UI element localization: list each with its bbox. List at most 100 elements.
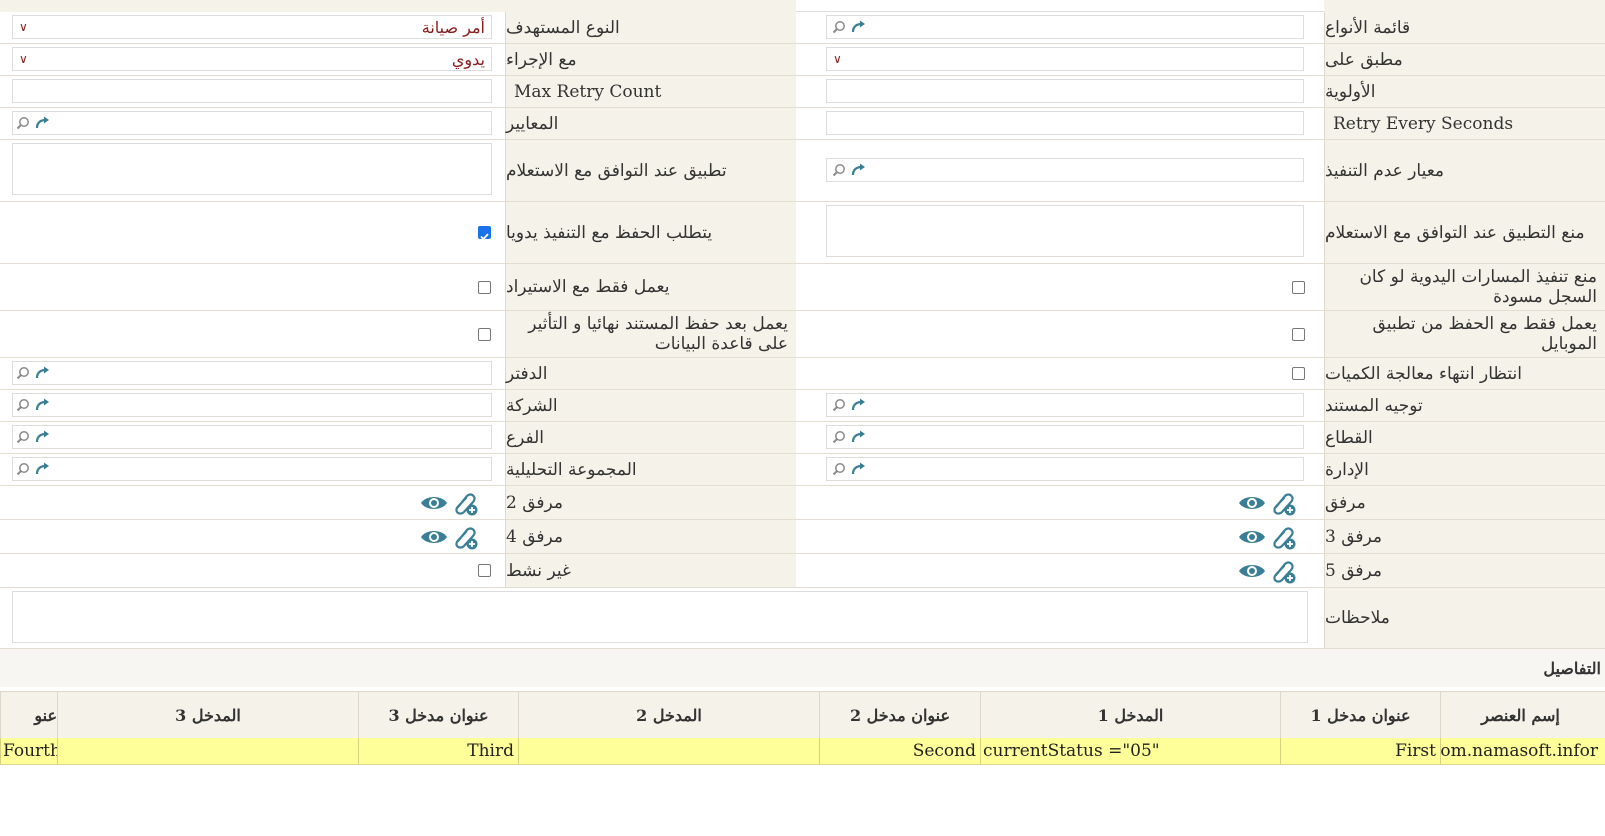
lookup-icons — [16, 115, 50, 131]
search-icon[interactable] — [16, 398, 30, 412]
department-input[interactable] — [826, 457, 1304, 481]
table-cell[interactable]: First — [1280, 738, 1440, 764]
attachment-4-cell — [0, 520, 505, 553]
field-label: مرفق 2 — [505, 486, 796, 519]
refresh-icon[interactable] — [34, 429, 50, 445]
paperclip-add-icon[interactable] — [452, 490, 478, 516]
details-grid-header: إسم العنصر عنوان مدخل 1 المدخل 1 عنوان م… — [0, 691, 1605, 739]
criteria-input[interactable] — [12, 111, 492, 135]
import-only-cell — [0, 264, 505, 310]
sector-input[interactable] — [826, 425, 1304, 449]
prevent-draft-checkbox[interactable] — [1292, 281, 1305, 294]
company-input[interactable] — [12, 393, 492, 417]
prevent-on-query-textarea[interactable] — [826, 205, 1304, 257]
search-icon[interactable] — [832, 430, 846, 444]
search-icon[interactable] — [16, 462, 30, 476]
non-exec-criteria-input[interactable] — [826, 158, 1304, 182]
book-input[interactable] — [12, 361, 492, 385]
priority-input[interactable] — [826, 79, 1304, 103]
max-retry-cell — [0, 76, 505, 107]
field-label: مرفق 5 — [1324, 554, 1605, 587]
doc-routing-input[interactable] — [826, 393, 1304, 417]
notes-textarea[interactable] — [12, 591, 1308, 643]
eye-icon[interactable] — [420, 528, 448, 546]
field-label: يعمل بعد حفظ المستند نهائيا و التأثير عل… — [505, 311, 796, 357]
analysis-group-input[interactable] — [12, 457, 492, 481]
wait-qty-checkbox[interactable] — [1292, 367, 1305, 380]
eye-icon[interactable] — [420, 494, 448, 512]
refresh-icon[interactable] — [850, 397, 866, 413]
lookup-icons — [832, 429, 866, 445]
column-header[interactable]: المدخل 3 — [57, 692, 358, 738]
non-exec-criteria-cell — [796, 140, 1324, 201]
column-header[interactable]: إسم العنصر — [1440, 692, 1600, 738]
apply-on-query-textarea[interactable] — [12, 143, 492, 195]
prevent-draft-cell — [796, 264, 1324, 310]
table-row[interactable]: com.namasoft.infor First currentStatus =… — [0, 738, 1605, 765]
paperclip-add-icon[interactable] — [1270, 524, 1296, 550]
table-cell[interactable]: currentStatus ="05" — [980, 738, 1280, 764]
table-cell[interactable] — [57, 738, 358, 764]
criteria-cell — [0, 108, 505, 139]
table-cell[interactable] — [518, 738, 819, 764]
with-action-select[interactable]: ∨ يدوي — [12, 47, 492, 71]
refresh-icon[interactable] — [850, 461, 866, 477]
applied-on-cell: ∨ — [796, 44, 1324, 75]
column-header[interactable]: عنوان مدخل 3 — [358, 692, 518, 738]
column-header[interactable]: المدخل 1 — [980, 692, 1280, 738]
search-icon[interactable] — [832, 462, 846, 476]
field-label: الشركة — [505, 390, 796, 421]
search-icon[interactable] — [16, 116, 30, 130]
field-label: يتطلب الحفظ مع التنفيذ يدويا — [505, 202, 796, 263]
eye-icon[interactable] — [1238, 494, 1266, 512]
eye-icon[interactable] — [1238, 562, 1266, 580]
require-save-checkbox[interactable] — [478, 226, 491, 241]
form-row: انتظار انتهاء معالجة الكميات الدفتر — [0, 358, 1605, 390]
search-icon[interactable] — [16, 430, 30, 444]
refresh-icon[interactable] — [850, 162, 866, 178]
refresh-icon[interactable] — [850, 429, 866, 445]
notes-cell — [0, 588, 1324, 648]
field-label: يعمل فقط مع الحفظ من تطبيق الموبايل — [1324, 311, 1605, 357]
table-cell[interactable]: Fourth — [0, 738, 57, 764]
search-icon[interactable] — [16, 366, 30, 380]
paperclip-add-icon[interactable] — [1270, 490, 1296, 516]
eye-icon[interactable] — [1238, 528, 1266, 546]
refresh-icon[interactable] — [34, 461, 50, 477]
field-label: القطاع — [1324, 422, 1605, 453]
inactive-checkbox[interactable] — [478, 564, 491, 577]
table-cell[interactable]: com.namasoft.infor — [1440, 738, 1600, 764]
table-cell[interactable]: Third — [358, 738, 518, 764]
target-type-cell: ∨ أمر صيانة — [0, 12, 505, 43]
search-icon[interactable] — [832, 20, 846, 34]
column-header[interactable]: عنوان مدخل 2 — [819, 692, 980, 738]
column-header[interactable]: عنوان مدخل 1 — [1280, 692, 1440, 738]
refresh-icon[interactable] — [34, 397, 50, 413]
refresh-icon[interactable] — [850, 19, 866, 35]
attachment-actions — [1238, 490, 1296, 516]
table-cell[interactable]: Second — [819, 738, 980, 764]
refresh-icon[interactable] — [34, 365, 50, 381]
form-row: القطاع الفرع — [0, 422, 1605, 454]
applied-on-select[interactable]: ∨ — [826, 47, 1304, 71]
wait-qty-cell — [796, 358, 1324, 389]
refresh-icon[interactable] — [34, 115, 50, 131]
search-icon[interactable] — [832, 398, 846, 412]
attachment-actions — [1238, 558, 1296, 584]
paperclip-add-icon[interactable] — [452, 524, 478, 550]
lookup-icons — [832, 162, 866, 178]
max-retry-count-input[interactable] — [12, 79, 492, 103]
mobile-only-checkbox[interactable] — [1292, 328, 1305, 341]
after-commit-checkbox[interactable] — [478, 328, 491, 341]
import-only-checkbox[interactable] — [478, 281, 491, 294]
retry-every-seconds-input[interactable] — [826, 111, 1304, 135]
field-label: انتظار انتهاء معالجة الكميات — [1324, 358, 1605, 389]
attachment-actions — [1238, 524, 1296, 550]
column-header[interactable]: عنو — [0, 692, 57, 738]
types-list-input[interactable] — [826, 15, 1304, 39]
column-header[interactable]: المدخل 2 — [518, 692, 819, 738]
branch-input[interactable] — [12, 425, 492, 449]
search-icon[interactable] — [832, 163, 846, 177]
target-type-select[interactable]: ∨ أمر صيانة — [12, 15, 492, 39]
paperclip-add-icon[interactable] — [1270, 558, 1296, 584]
